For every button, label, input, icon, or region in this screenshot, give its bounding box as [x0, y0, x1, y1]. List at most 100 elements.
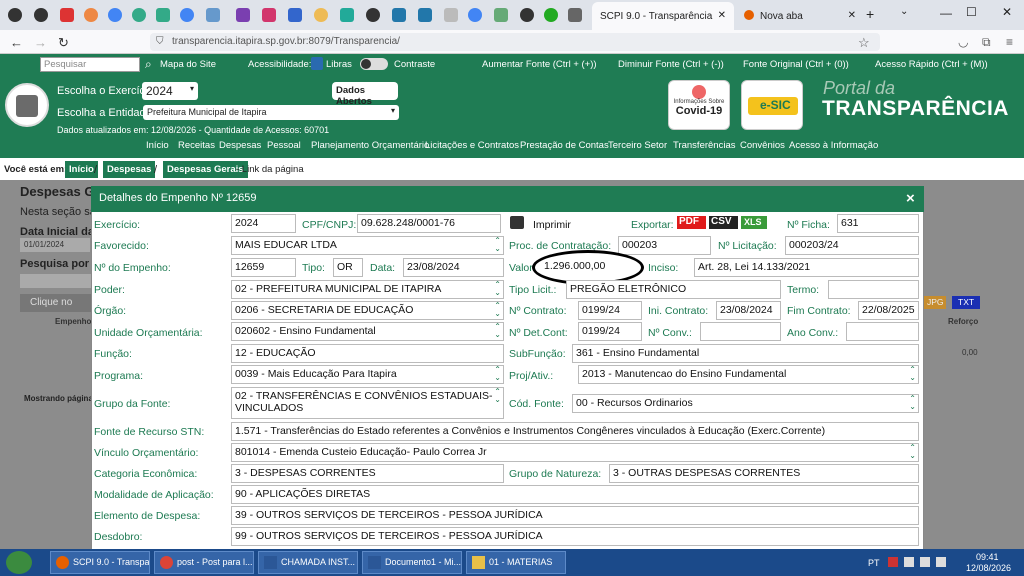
app-icon[interactable]: [60, 8, 74, 22]
close-window-icon[interactable]: ✕: [1002, 5, 1012, 19]
app-icon[interactable]: [392, 8, 406, 22]
minimize-icon[interactable]: —: [940, 6, 952, 20]
menu-item-despesas[interactable]: Despesas: [219, 140, 261, 151]
modal-close-button[interactable]: ×: [906, 190, 915, 207]
font-original-link[interactable]: Fonte Original (Ctrl + (0)): [743, 59, 849, 70]
esic-banner[interactable]: e-SIC: [741, 80, 803, 130]
scroll-arrows-icon[interactable]: ⌃ ⌄: [494, 388, 501, 404]
pocket-icon[interactable]: ◡: [958, 35, 968, 49]
extensions-icon[interactable]: ⧉: [982, 35, 991, 50]
app-icon[interactable]: [444, 8, 458, 22]
breadcrumb-inicio[interactable]: Início: [65, 161, 98, 178]
language-indicator[interactable]: PT: [868, 558, 880, 568]
shield-icon[interactable]: ⛉: [156, 36, 164, 47]
google-icon[interactable]: [108, 8, 122, 22]
menu-icon[interactable]: ≡: [1006, 35, 1013, 49]
export-txt-button[interactable]: TXT: [952, 296, 980, 309]
export-xls-button[interactable]: XLS: [741, 216, 767, 229]
google-icon[interactable]: [180, 8, 194, 22]
breadcrumb-despesas-gerais[interactable]: Despesas Gerais: [163, 161, 248, 178]
reload-icon[interactable]: ↻: [58, 35, 69, 51]
app-icon[interactable]: [568, 8, 582, 22]
google-icon[interactable]: [468, 8, 482, 22]
menu-item-terceiro-setor[interactable]: Terceiro Setor: [608, 140, 667, 151]
font-decrease-link[interactable]: Diminuir Fonte (Ctrl + (-)): [618, 59, 724, 70]
exercicio-label: Exercício:: [94, 219, 141, 231]
scroll-arrows-icon[interactable]: ⌃ ⌄: [909, 366, 916, 382]
app-icon[interactable]: [494, 8, 508, 22]
sitemap-link[interactable]: Mapa do Site: [160, 59, 216, 70]
close-tab-icon[interactable]: ✕: [718, 10, 726, 21]
search-input[interactable]: Pesquisar: [40, 57, 140, 72]
app-icon[interactable]: [156, 8, 170, 22]
export-csv-button[interactable]: CSV: [709, 216, 738, 229]
contrast-toggle[interactable]: [360, 58, 388, 70]
globe-icon[interactable]: [8, 8, 22, 22]
open-data-button[interactable]: Dados Abertos: [332, 82, 398, 107]
clock-date[interactable]: 12/08/2026: [966, 563, 1011, 573]
menu-item-planejamento[interactable]: Planejamento Orçamentário: [311, 140, 429, 151]
menu-item-pessoal[interactable]: Pessoal: [267, 140, 301, 151]
address-bar[interactable]: transparencia.itapira.sp.gov.br:8079/Tra…: [150, 33, 880, 51]
close-tab-icon[interactable]: ✕: [848, 10, 856, 21]
forward-icon[interactable]: →: [34, 35, 47, 50]
start-date-input[interactable]: 01/01/2024: [20, 238, 90, 252]
back-icon[interactable]: ←: [10, 35, 23, 50]
libras-icon[interactable]: [311, 57, 323, 70]
exercise-select[interactable]: 2024 ▾: [142, 82, 198, 100]
globe-icon[interactable]: [366, 8, 380, 22]
bookmark-star-icon[interactable]: ☆: [858, 35, 870, 51]
app-icon[interactable]: [340, 8, 354, 22]
entity-select[interactable]: Prefeitura Municipal de Itapira ▾: [143, 105, 399, 120]
libras-link[interactable]: Libras: [326, 59, 352, 70]
tab-list-icon[interactable]: ⌄: [900, 6, 908, 17]
app-icon[interactable]: [84, 8, 98, 22]
globe-icon[interactable]: [34, 8, 48, 22]
new-tab-icon[interactable]: +: [866, 6, 874, 22]
scroll-arrows-icon[interactable]: ⌃ ⌄: [494, 237, 501, 253]
menu-item-inicio[interactable]: Início: [146, 140, 169, 151]
tray-icon[interactable]: [888, 557, 898, 567]
tab-new[interactable]: Nova aba ✕: [740, 2, 860, 30]
app-icon[interactable]: [132, 8, 146, 22]
instagram-icon[interactable]: [262, 8, 276, 22]
menu-item-transferencias[interactable]: Transferências: [673, 140, 735, 151]
app-icon[interactable]: [288, 8, 302, 22]
search-icon[interactable]: ⌕: [145, 57, 152, 72]
clock-time[interactable]: 09:41: [976, 552, 999, 562]
menu-item-acesso[interactable]: Acesso à Informação: [789, 140, 878, 151]
app-icon[interactable]: [418, 8, 432, 22]
scroll-arrows-icon[interactable]: ⌃ ⌄: [909, 395, 916, 411]
covid-banner[interactable]: Informações Sobre Covid-19: [668, 80, 730, 130]
menu-item-licitacoes[interactable]: Licitações e Contratos: [425, 140, 519, 151]
scroll-arrows-icon[interactable]: ⌃ ⌄: [494, 302, 501, 318]
app-icon[interactable]: [544, 8, 558, 22]
scroll-arrows-icon[interactable]: ⌃ ⌄: [494, 366, 501, 382]
maximize-icon[interactable]: ☐: [966, 5, 977, 19]
tab-active[interactable]: SCPI 9.0 - Transparência ✕: [592, 2, 734, 30]
network-icon[interactable]: [920, 557, 930, 567]
menu-item-convenios[interactable]: Convênios: [740, 140, 785, 151]
scroll-arrows-icon[interactable]: ⌃ ⌄: [494, 281, 501, 297]
tray-icon[interactable]: [904, 557, 914, 567]
scroll-arrows-icon[interactable]: ⌃ ⌄: [494, 323, 501, 339]
history-search-input[interactable]: [20, 274, 92, 288]
quick-access-link[interactable]: Acesso Rápido (Ctrl + (M)): [875, 59, 988, 70]
printer-icon[interactable]: [510, 216, 524, 229]
tipo-label: Tipo:: [302, 262, 325, 274]
menu-item-receitas[interactable]: Receitas: [178, 140, 215, 151]
start-button[interactable]: [6, 551, 32, 574]
volume-icon[interactable]: [936, 557, 946, 567]
export-jpg-button[interactable]: JPG: [924, 296, 946, 309]
scroll-arrows-icon[interactable]: ⌃ ⌄: [909, 444, 916, 460]
mail-icon[interactable]: [236, 8, 250, 22]
font-increase-link[interactable]: Aumentar Fonte (Ctrl + (+)): [482, 59, 597, 70]
export-pdf-button[interactable]: PDF: [677, 216, 706, 229]
globe-icon[interactable]: [520, 8, 534, 22]
breadcrumb-despesas[interactable]: Despesas: [103, 161, 156, 178]
contrast-link[interactable]: Contraste: [394, 59, 435, 70]
menu-item-prestacao[interactable]: Prestação de Contas: [520, 140, 609, 151]
print-button[interactable]: Imprimir: [533, 219, 571, 231]
app-icon[interactable]: [206, 8, 220, 22]
app-icon[interactable]: [314, 8, 328, 22]
